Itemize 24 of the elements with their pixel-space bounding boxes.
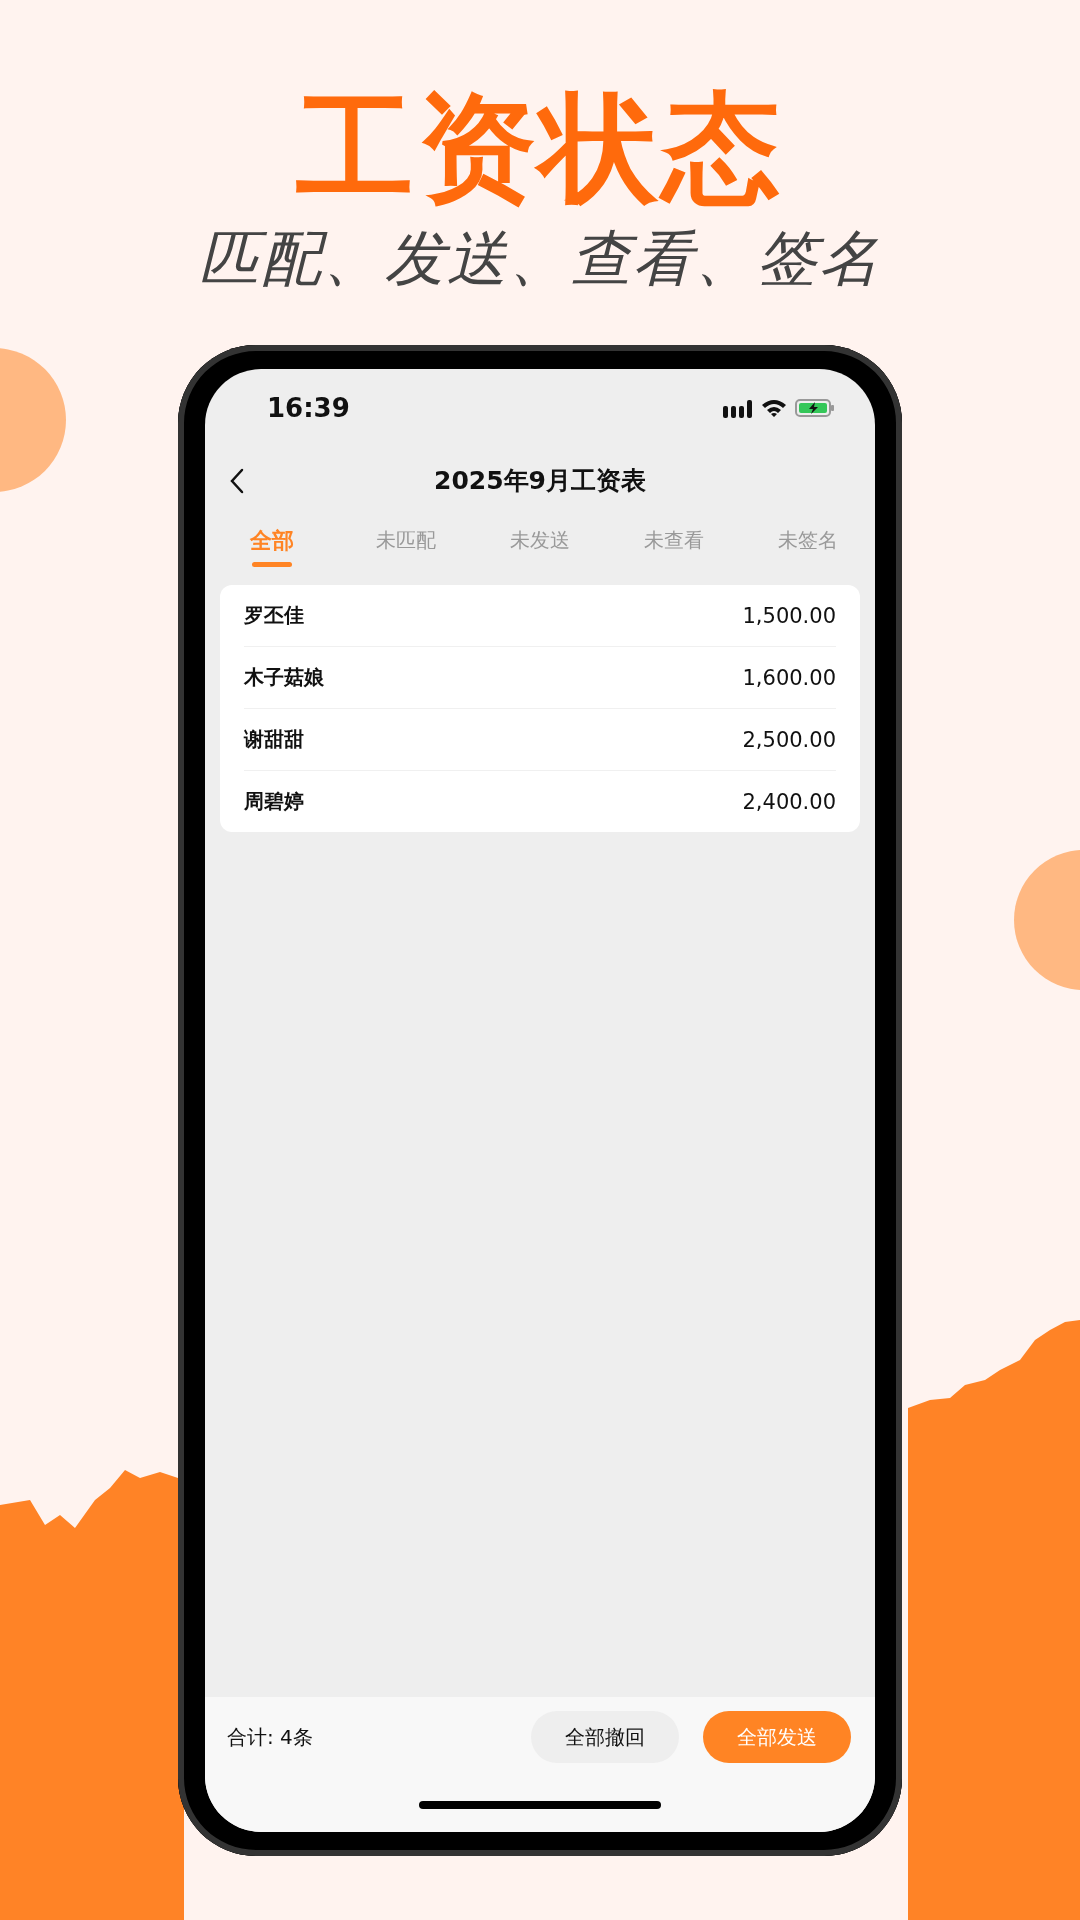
- back-icon[interactable]: [229, 468, 245, 494]
- filter-tab[interactable]: 未签名: [741, 513, 875, 579]
- signal-icon: [723, 398, 753, 418]
- filter-tab[interactable]: 未查看: [607, 513, 741, 579]
- salary-amount: 2,500.00: [742, 727, 836, 752]
- employee-name: 周碧婷: [244, 788, 304, 815]
- employee-name: 罗丕佳: [244, 602, 304, 629]
- status-time: 16:39: [267, 393, 350, 423]
- recall-all-button[interactable]: 全部撤回: [531, 1711, 679, 1763]
- filter-tab[interactable]: 全部: [205, 513, 339, 579]
- headline: 工资状态: [296, 86, 784, 210]
- employee-name: 木子菇娘: [244, 664, 324, 691]
- total-count: 合计: 4条: [227, 1723, 314, 1751]
- wifi-icon: [761, 398, 787, 418]
- page-title: 2025年9月工资表: [434, 464, 646, 497]
- salary-amount: 2,400.00: [742, 789, 836, 814]
- filter-tab[interactable]: 未发送: [473, 513, 607, 579]
- salary-amount: 1,600.00: [742, 665, 836, 690]
- subtitle: 匹配、发送、查看、签名: [199, 222, 881, 294]
- filter-tab[interactable]: 未匹配: [339, 513, 473, 579]
- send-all-button[interactable]: 全部发送: [703, 1711, 851, 1763]
- salary-amount: 1,500.00: [742, 603, 836, 628]
- employee-name: 谢甜甜: [244, 726, 304, 753]
- battery-icon: [795, 398, 835, 418]
